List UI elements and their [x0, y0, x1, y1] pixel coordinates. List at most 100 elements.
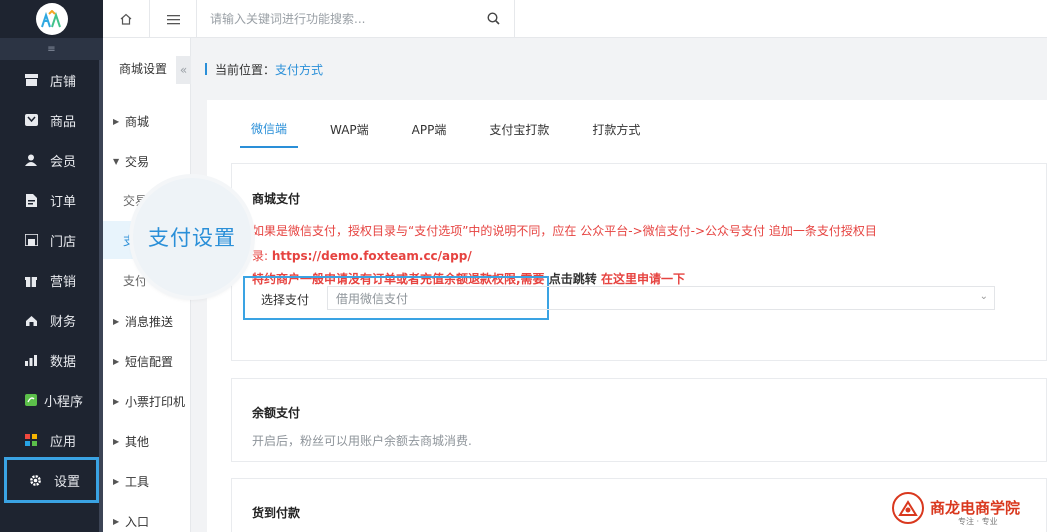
caret-right-icon: ▶: [113, 436, 120, 446]
caret-right-icon: ▶: [113, 476, 120, 486]
subnav-item-label: 交易: [125, 154, 150, 169]
breadcrumb-current[interactable]: 支付方式: [275, 61, 323, 78]
balance-pay-card: 余额支付 开启后，粉丝可以用账户余额去商城消费.: [231, 378, 1047, 462]
menu-collapse-icon: ≡: [47, 43, 56, 55]
sidebar-item-label: 会员: [50, 154, 77, 170]
tab-app[interactable]: APP端: [401, 110, 458, 148]
sidebar-item-label: 应用: [50, 434, 77, 450]
subnav-item-mall[interactable]: ▶ 商城: [103, 101, 191, 141]
caret-right-icon: ▶: [113, 396, 120, 406]
subnav-item-label: 短信配置: [125, 354, 174, 369]
sidebar-item-settings[interactable]: 设置: [4, 457, 99, 503]
caret-right-icon: ▶: [113, 116, 120, 126]
tab-wechat[interactable]: 微信端: [240, 110, 299, 148]
magnifier-text: 支付设置: [148, 226, 236, 250]
sidebar-item-label: 营销: [50, 274, 77, 290]
tab-alipay-transfer[interactable]: 支付宝打款: [478, 110, 560, 148]
mall-pay-title: 商城支付: [252, 192, 301, 206]
sidebar-item-finance[interactable]: 财务: [0, 300, 103, 340]
finance-icon: [24, 313, 38, 327]
caret-down-icon: ▼: [113, 156, 120, 166]
sidebar-item-member[interactable]: 会员: [0, 140, 103, 180]
sidebar-item-apps[interactable]: 应用: [0, 420, 103, 460]
function-search: [198, 0, 515, 38]
mall-pay-card: 商城支付 如果是微信支付，授权目录与“支付选项”中的说明不同，应在 公众平台->…: [231, 163, 1047, 361]
store-icon: [24, 233, 38, 247]
breadcrumb: 当前位置： 支付方式: [191, 38, 1047, 100]
top-bar: [103, 0, 1047, 38]
subnav-item-message-push[interactable]: ▶ 消息推送: [103, 301, 191, 341]
sidebar-item-shop[interactable]: 店铺: [0, 60, 103, 100]
breadcrumb-accent: [205, 63, 207, 75]
sidebar-item-label: 门店: [50, 234, 77, 250]
home-icon: [120, 13, 132, 25]
subnav-item-trade[interactable]: ▼ 交易: [103, 141, 191, 181]
user-icon: [24, 153, 38, 167]
watermark-title: 商龙电商学院: [930, 499, 1021, 517]
payment-select-value: 借用微信支付: [336, 291, 409, 306]
auth-directory-url: https://demo.foxteam.cc/app/: [271, 249, 472, 263]
select-payment-label: 选择支付: [261, 293, 310, 307]
subnav-item-label: 其他: [125, 434, 150, 449]
logo-icon: [40, 10, 61, 28]
apps-icon: [24, 433, 38, 447]
gear-icon: [28, 473, 42, 487]
sidebar-item-label: 小程序: [44, 394, 84, 410]
subnav-item-label: 入口: [125, 514, 150, 529]
payment-select[interactable]: 借用微信支付 ⌄: [327, 286, 995, 310]
sidebar-item-label: 订单: [50, 194, 77, 210]
subnav-item-label: 消息推送: [125, 314, 174, 329]
jump-link[interactable]: 点击跳转: [549, 272, 597, 286]
sidebar-item-label: 店铺: [50, 74, 77, 90]
subnav-item-label: 工具: [125, 474, 150, 489]
subnav-item-label: 小票打印机: [125, 394, 186, 409]
apply-here-link[interactable]: 在这里申请一下: [597, 272, 685, 286]
miniapp-icon: [24, 393, 38, 407]
auth-directory-line: 录: https://demo.foxteam.cc/app/: [252, 249, 472, 263]
breadcrumb-prefix: 当前位置：: [215, 62, 276, 77]
sidebar-item-order[interactable]: 订单: [0, 180, 103, 220]
sidebar-item-label: 商品: [50, 114, 77, 130]
payment-content: 微信端 WAP端 APP端 支付宝打款 打款方式 商城支付 如果是微信支付，授权…: [207, 100, 1047, 532]
tab-wap[interactable]: WAP端: [319, 110, 380, 148]
sidebar-item-store[interactable]: 门店: [0, 220, 103, 260]
subnav-item-entry[interactable]: ▶ 入口: [103, 501, 191, 532]
subnav-item-printer[interactable]: ▶ 小票打印机: [103, 381, 191, 421]
shop-icon: [24, 73, 38, 87]
sidebar-item-label: 设置: [54, 474, 81, 490]
search-input[interactable]: [210, 12, 480, 26]
subnav-item-tools[interactable]: ▶ 工具: [103, 461, 191, 501]
cod-pay-title: 货到付款: [252, 506, 301, 520]
chevron-down-icon: ⌄: [979, 291, 988, 302]
magnifier-callout: 支付设置: [133, 178, 251, 296]
gift-icon: [24, 273, 38, 287]
wechat-auth-note: 如果是微信支付，授权目录与“支付选项”中的说明不同，应在 公众平台->微信支付-…: [252, 224, 877, 238]
tab-transfer-method[interactable]: 打款方式: [581, 110, 651, 148]
sidebar-collapse-toggle[interactable]: ≡: [0, 38, 103, 60]
subnav-fold-button[interactable]: «: [176, 56, 191, 84]
logo[interactable]: [35, 3, 68, 35]
sidebar-item-marketing[interactable]: 营销: [0, 260, 103, 300]
seal-icon: [892, 492, 924, 524]
balance-pay-desc: 开启后，粉丝可以用账户余额去商城消费.: [252, 434, 472, 448]
chart-icon: [24, 353, 38, 367]
menu-toggle-button[interactable]: [150, 0, 197, 38]
search-icon[interactable]: [487, 12, 500, 29]
subnav-item-label: 商城: [125, 114, 150, 129]
menu-icon: [166, 14, 180, 24]
sidebar-item-data[interactable]: 数据: [0, 340, 103, 380]
caret-right-icon: ▶: [113, 356, 120, 366]
sidebar-item-goods[interactable]: 商品: [0, 100, 103, 140]
subnav-item-sms[interactable]: ▶ 短信配置: [103, 341, 191, 381]
caret-right-icon: ▶: [113, 316, 120, 326]
balance-pay-title: 余额支付: [252, 406, 301, 420]
goods-icon: [24, 113, 38, 127]
sidebar-item-label: 数据: [50, 354, 77, 370]
logo-area: [0, 0, 103, 38]
sidebar-item-label: 财务: [50, 314, 77, 330]
subnav-item-other[interactable]: ▶ 其他: [103, 421, 191, 461]
sidebar-item-miniapp[interactable]: 小程序: [0, 380, 103, 420]
home-button[interactable]: [103, 0, 150, 38]
double-chevron-left-icon: «: [179, 63, 188, 77]
platform-tabs: 微信端 WAP端 APP端 支付宝打款 打款方式: [240, 110, 672, 148]
